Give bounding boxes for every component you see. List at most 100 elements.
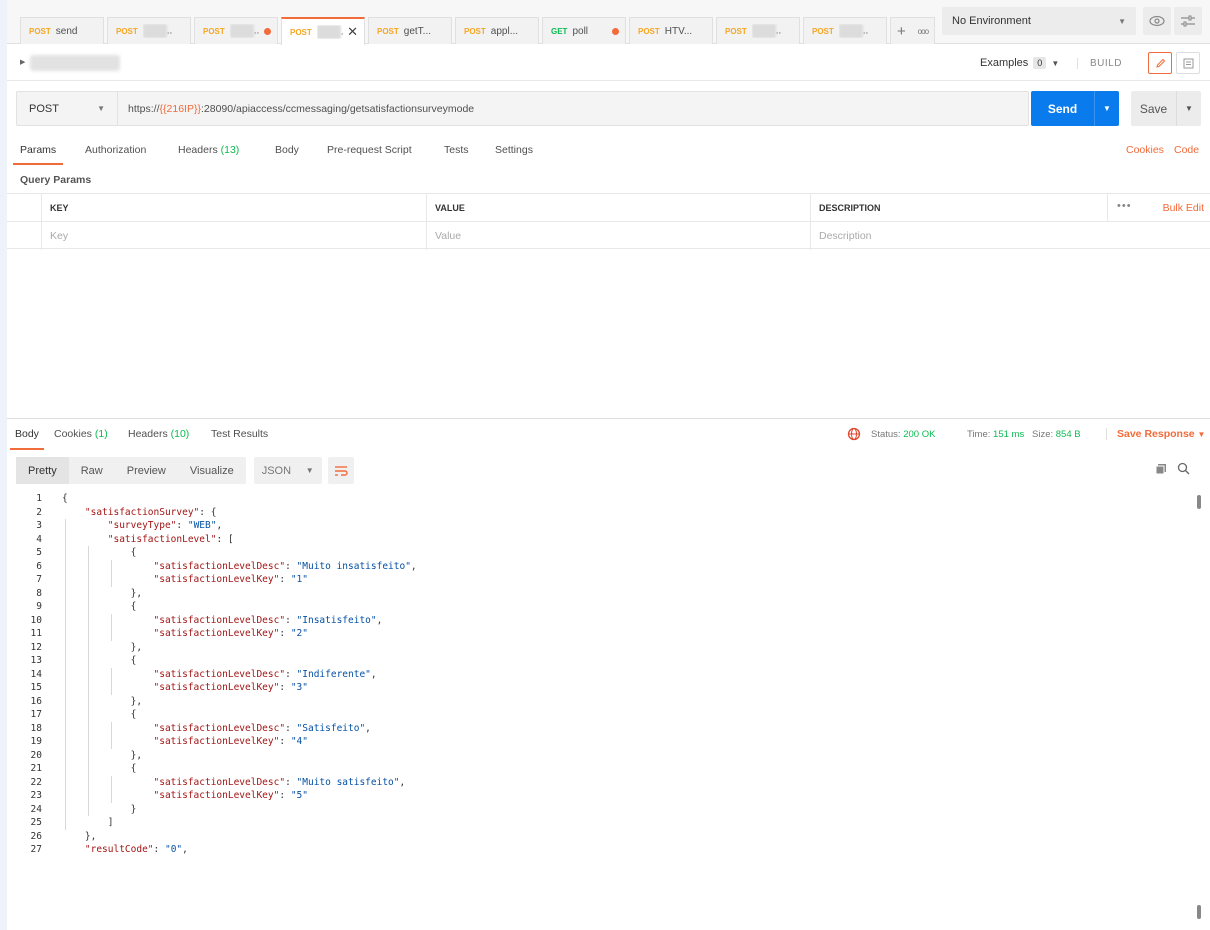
response-time[interactable]: Time: 151 ms [967,429,1024,440]
tab-name: .. [751,24,793,38]
tab-name: getT... [403,25,432,37]
tab-settings[interactable]: Settings [495,144,533,156]
new-tab-controls: + ooo [890,17,935,44]
key-input[interactable]: Key [41,222,431,250]
format-select[interactable]: JSON ▼ [253,457,322,484]
tab-response-cookies-label: Cookies [54,428,92,440]
response-body-editor[interactable]: 1{2 "satisfactionSurvey": {3 "surveyType… [7,492,1187,928]
tab-test-results[interactable]: Test Results [211,428,268,440]
line-number: 14 [30,668,42,680]
tab-name: poll [572,25,589,37]
caret-right-icon[interactable]: ▶ [20,58,25,66]
tab-name-redacted [838,24,863,38]
eye-icon [1149,15,1165,27]
document-icon [1183,58,1193,68]
tab-response-headers[interactable]: Headers (10) [128,428,189,440]
documentation-button[interactable] [1176,52,1200,74]
code-line: 15 "satisfactionLevelKey": "3" [7,681,1187,695]
request-tab[interactable]: POST.. [194,17,278,44]
time-value: 151 ms [993,429,1025,440]
save-options-chevron-icon[interactable]: ▼ [1176,91,1201,126]
line-number: 22 [30,776,42,788]
format-label: JSON [261,464,292,477]
code-line: 18 "satisfactionLevelDesc": "Satisfeito"… [7,721,1187,735]
build-mode-label[interactable]: BUILD [1077,58,1122,69]
more-options-icon[interactable]: ••• [1117,200,1132,212]
search-icon[interactable] [1177,462,1190,475]
value-input[interactable]: Value [426,222,815,250]
more-tabs-icon[interactable]: ooo [918,27,929,36]
tab-name-redacted [751,24,776,38]
column-header-description: DESCRIPTION [810,194,1110,222]
code-line: 11 "satisfactionLevelKey": "2" [7,627,1187,641]
tab-params[interactable]: Params [12,144,64,165]
bulk-edit-link[interactable]: Bulk Edit [1163,202,1204,214]
code-text: { [62,601,137,612]
request-tab[interactable]: POST send [20,17,104,44]
code-line: 3 "surveyType": "WEB", [7,519,1187,533]
line-number: 10 [30,614,42,626]
scrollbar-thumb[interactable] [1197,495,1201,509]
view-preview[interactable]: Preview [115,457,178,484]
code-link[interactable]: Code [1174,144,1199,156]
request-tab[interactable]: POST HTV... [629,17,713,44]
tab-body[interactable]: Body [275,144,299,156]
close-icon[interactable]: ✕ [347,24,358,40]
tab-tests[interactable]: Tests [444,144,469,156]
request-tab[interactable]: POST appl... [455,17,539,44]
send-options-chevron-icon[interactable]: ▼ [1094,91,1119,126]
request-tab[interactable]: POST getT... [368,17,452,44]
tab-name-redacted [142,24,167,38]
request-tab[interactable]: POST..✕ [281,17,365,45]
url-bar: POST ▼ https://{{216IP}}:28090/apiaccess… [16,91,1029,126]
table-row: Key Value Description [7,221,1210,250]
line-number: 15 [30,682,42,693]
request-tab[interactable]: POST.. [803,17,887,44]
tab-headers[interactable]: Headers (13) [178,144,239,156]
line-number: 7 [36,574,42,585]
view-raw[interactable]: Raw [69,457,115,484]
copy-icon[interactable] [1155,463,1167,475]
size-value: 854 B [1055,429,1081,440]
editor-scrollbar[interactable] [1197,495,1201,925]
code-line: 16 }, [7,694,1187,708]
request-tab[interactable]: GET poll [542,17,626,44]
plus-icon[interactable]: + [897,23,906,40]
environment-quick-look-button[interactable] [1143,7,1171,35]
description-input[interactable]: Description [810,222,1210,250]
code-text: "satisfactionLevelKey": "3" [153,682,308,693]
save-button[interactable]: Save ▼ [1131,91,1201,126]
tab-name: HTV... [664,25,693,37]
cookies-link[interactable]: Cookies [1126,144,1164,156]
code-text: "satisfactionLevelKey": "5" [153,790,308,801]
code-text: { [62,655,137,666]
tab-response-cookies[interactable]: Cookies (1) [54,428,108,440]
send-button[interactable]: Send ▼ [1031,91,1119,126]
code-text: "satisfactionLevelDesc": "Satisfeito", [153,722,371,734]
save-response-button[interactable]: Save Response ▼ [1106,428,1205,440]
manage-environments-button[interactable] [1174,7,1202,35]
response-size[interactable]: Size: 854 B [1032,429,1081,440]
examples-dropdown[interactable]: Examples 0 ▼ [980,57,1059,69]
environment-select[interactable]: No Environment ▼ [942,7,1136,35]
tab-authorization[interactable]: Authorization [85,144,146,156]
code-line: 24 } [7,802,1187,816]
url-input[interactable]: https://{{216IP}}:28090/apiaccess/ccmess… [118,103,474,115]
code-text: { [62,709,137,720]
tab-pre-request-script[interactable]: Pre-request Script [327,144,412,156]
view-visualize[interactable]: Visualize [178,457,246,484]
code-line: 5 { [7,546,1187,560]
tab-name-ellipsis: .. [862,25,869,37]
edit-button[interactable] [1148,52,1172,74]
line-number: 16 [30,695,42,707]
method-select[interactable]: POST ▼ [17,92,118,125]
view-pretty[interactable]: Pretty [16,457,69,484]
wrap-lines-button[interactable] [327,457,354,484]
status-value: 200 OK [903,429,936,440]
response-status[interactable]: Status: 200 OK [871,429,935,440]
request-tab[interactable]: POST.. [107,17,191,44]
globe-icon[interactable] [847,427,861,441]
line-number: 2 [36,506,42,518]
request-tab[interactable]: POST.. [716,17,800,44]
tab-response-body[interactable]: Body [10,428,44,450]
